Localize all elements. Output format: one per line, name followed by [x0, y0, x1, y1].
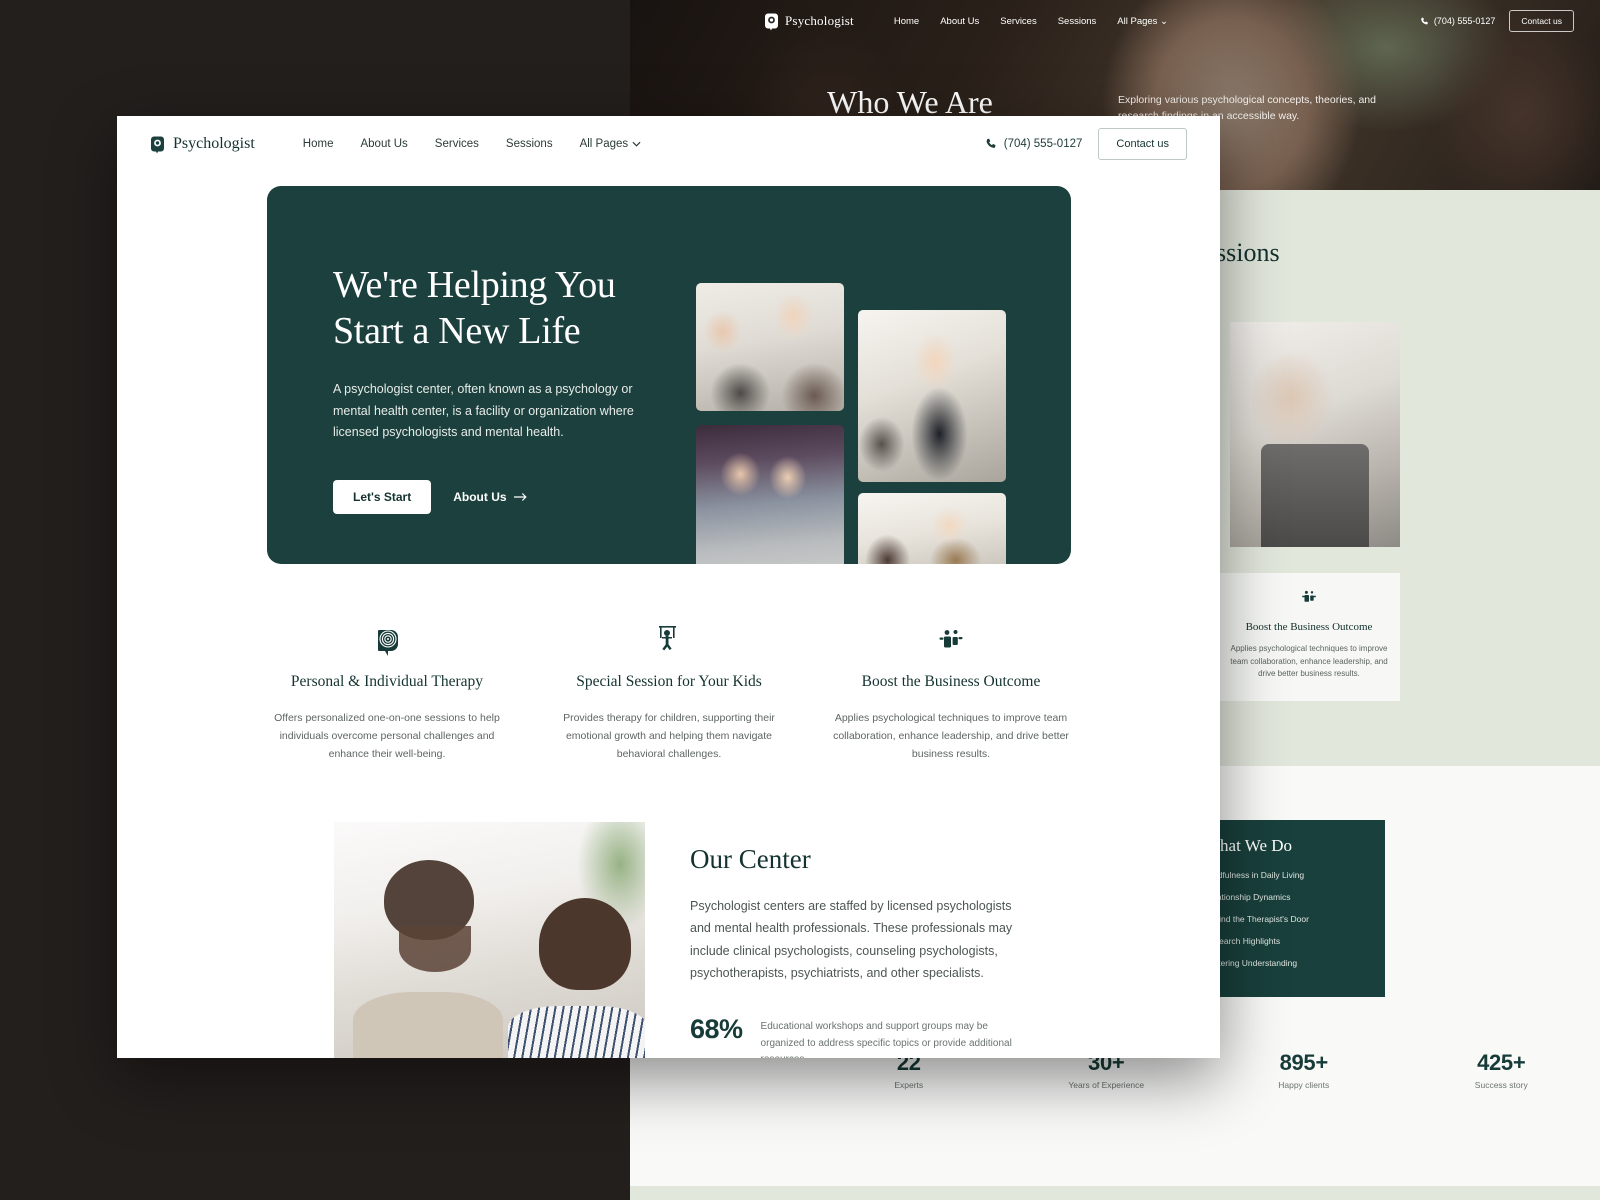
- phone-icon: [1421, 17, 1428, 24]
- phone-number: (704) 555-0127: [1003, 138, 1083, 150]
- bg-nav-item-about-us[interactable]: About Us: [940, 16, 979, 27]
- our-center-section: Our Center Psychologist centers are staf…: [117, 822, 1220, 1058]
- hero-title: We're Helping You Start a New Life: [333, 264, 616, 353]
- hero-photo-couple-couch: [696, 425, 844, 564]
- hero-description: A psychologist center, often known as a …: [333, 381, 634, 440]
- hero-card: We're Helping You Start a New Life A psy…: [267, 186, 1071, 564]
- our-center-stat: 68% Educational workshops and support gr…: [690, 1014, 1020, 1058]
- business-people-icon: [831, 626, 1071, 656]
- nav-item-all-pages-label: All Pages: [579, 138, 629, 150]
- bg-brand-name: Psychologist: [785, 13, 854, 28]
- logo-head-icon: [765, 13, 778, 30]
- phone-icon: [986, 138, 996, 148]
- nav-item-about-us[interactable]: About Us: [360, 138, 407, 150]
- contact-us-button[interactable]: Contact us: [1098, 128, 1187, 160]
- feature-card-personal-therapy[interactable]: Personal & Individual Therapy Offers per…: [267, 626, 507, 764]
- hero-photo-group-session: [696, 283, 844, 411]
- business-people-icon: [1230, 589, 1388, 612]
- photo-detail: [399, 925, 472, 972]
- bg-nav-item-all-pages[interactable]: All Pages ⌄: [1117, 16, 1168, 27]
- brand-name: Psychologist: [173, 135, 255, 152]
- fingerprint-head-icon: [267, 626, 507, 656]
- bg-session-photo: [1230, 322, 1400, 547]
- nav-item-services[interactable]: Services: [435, 138, 479, 150]
- our-center-title: Our Center: [690, 844, 811, 874]
- feature-description: Applies psychological techniques to impr…: [833, 711, 1069, 761]
- arrow-right-icon: [513, 493, 527, 502]
- list-item[interactable]: Research Highlights: [1204, 936, 1371, 946]
- bg-nav-right: (704) 555-0127 Contact us: [1420, 10, 1574, 32]
- navbar: Psychologist Home About Us Services Sess…: [117, 116, 1220, 172]
- foreground-preview-window: Psychologist Home About Us Services Sess…: [117, 116, 1220, 1058]
- our-center-content: Our Center Psychologist centers are staf…: [690, 844, 1020, 1058]
- bg-navbar: Psychologist Home About Us Services Sess…: [630, 0, 1600, 42]
- nav-item-sessions[interactable]: Sessions: [506, 138, 553, 150]
- bg-stat-value: 895+: [1279, 1050, 1329, 1075]
- photo-detail: [539, 897, 632, 990]
- bg-phone[interactable]: (704) 555-0127: [1420, 16, 1496, 26]
- bg-feature-card-title: Boost the Business Outcome: [1245, 621, 1373, 633]
- bg-stat-value: 425+: [1477, 1050, 1526, 1075]
- bg-stat-label: Experts: [894, 1080, 924, 1090]
- bg-phone-number: (704) 555-0127: [1433, 16, 1496, 26]
- bg-nav-item-all-pages-label: All Pages: [1117, 15, 1158, 27]
- bg-nav-item-sessions[interactable]: Sessions: [1058, 16, 1097, 27]
- feature-description: Offers personalized one-on-one sessions …: [274, 711, 500, 761]
- bg-stat-item: 425+ Success story: [1426, 1050, 1576, 1090]
- our-center-description: Psychologist centers are staffed by lice…: [690, 899, 1013, 980]
- bg-what-we-do-list: Mindfulness in Daily Living Relationship…: [1204, 870, 1371, 968]
- bg-what-we-do-title: What We Do: [1204, 836, 1293, 855]
- bg-nav-item-home[interactable]: Home: [894, 16, 919, 27]
- feature-title: Boost the Business Outcome: [861, 673, 1041, 690]
- list-item[interactable]: Behind the Therapist's Door: [1204, 914, 1371, 924]
- list-item[interactable]: Mindfulness in Daily Living: [1204, 870, 1371, 880]
- feature-card-kids-session[interactable]: Special Session for Your Kids Provides t…: [549, 626, 789, 764]
- hero-photo-hug: [858, 310, 1006, 482]
- hero-content: We're Helping You Start a New Life A psy…: [333, 262, 663, 515]
- logo-head-icon: [151, 136, 164, 153]
- features-row: Personal & Individual Therapy Offers per…: [267, 626, 1071, 764]
- brand-logo[interactable]: Psychologist: [150, 135, 255, 154]
- bg-stat-label: Years of Experience: [1068, 1080, 1145, 1090]
- child-swing-icon: [549, 626, 789, 656]
- lets-start-button[interactable]: Let's Start: [333, 480, 432, 515]
- bg-nav-item-services[interactable]: Services: [1000, 16, 1036, 27]
- phone-link[interactable]: (704) 555-0127: [985, 138, 1083, 150]
- bg-section-footer-strip: [630, 1186, 1600, 1200]
- feature-description: Provides therapy for children, supportin…: [563, 711, 775, 761]
- feature-title: Personal & Individual Therapy: [290, 673, 484, 690]
- photo-detail: [352, 991, 503, 1058]
- nav-item-all-pages[interactable]: All Pages: [580, 138, 642, 150]
- feature-card-business-outcome[interactable]: Boost the Business Outcome Applies psych…: [831, 626, 1071, 764]
- chevron-down-icon: [632, 141, 641, 147]
- hero-photo-support-circle: [858, 493, 1006, 564]
- bg-nav-menu: Home About Us Services Sessions All Page…: [894, 16, 1168, 27]
- screenshot-stage: Psychologist Home About Us Services Sess…: [0, 0, 1600, 1200]
- bg-contact-us-button[interactable]: Contact us: [1509, 10, 1574, 32]
- our-center-stat-value: 68%: [690, 1014, 743, 1044]
- feature-title: Special Session for Your Kids: [576, 673, 762, 690]
- nav-menu: Home About Us Services Sessions All Page…: [303, 138, 641, 150]
- bg-stat-label: Happy clients: [1278, 1080, 1330, 1090]
- list-item[interactable]: Fostering Understanding: [1204, 958, 1371, 968]
- bg-brand[interactable]: Psychologist: [764, 12, 854, 31]
- bg-stat-label: Success story: [1474, 1080, 1528, 1090]
- hero-cta-group: Let's Start About Us: [333, 480, 663, 515]
- nav-right: (704) 555-0127 Contact us: [985, 128, 1187, 160]
- bg-feature-card-desc: Applies psychological techniques to impr…: [1230, 643, 1388, 679]
- our-center-stat-description: Educational workshops and support groups…: [760, 1021, 1012, 1058]
- our-center-photo: [334, 822, 645, 1058]
- bg-feature-card-business[interactable]: Boost the Business Outcome Applies psych…: [1218, 573, 1400, 701]
- photo-detail: [508, 1006, 645, 1058]
- hero-image-collage: [696, 283, 1016, 564]
- list-item[interactable]: Relationship Dynamics: [1204, 892, 1371, 902]
- about-us-link[interactable]: About Us: [453, 490, 527, 504]
- nav-item-home[interactable]: Home: [303, 138, 334, 150]
- bg-stat-item: 895+ Happy clients: [1229, 1050, 1379, 1090]
- about-us-link-label: About Us: [453, 490, 507, 505]
